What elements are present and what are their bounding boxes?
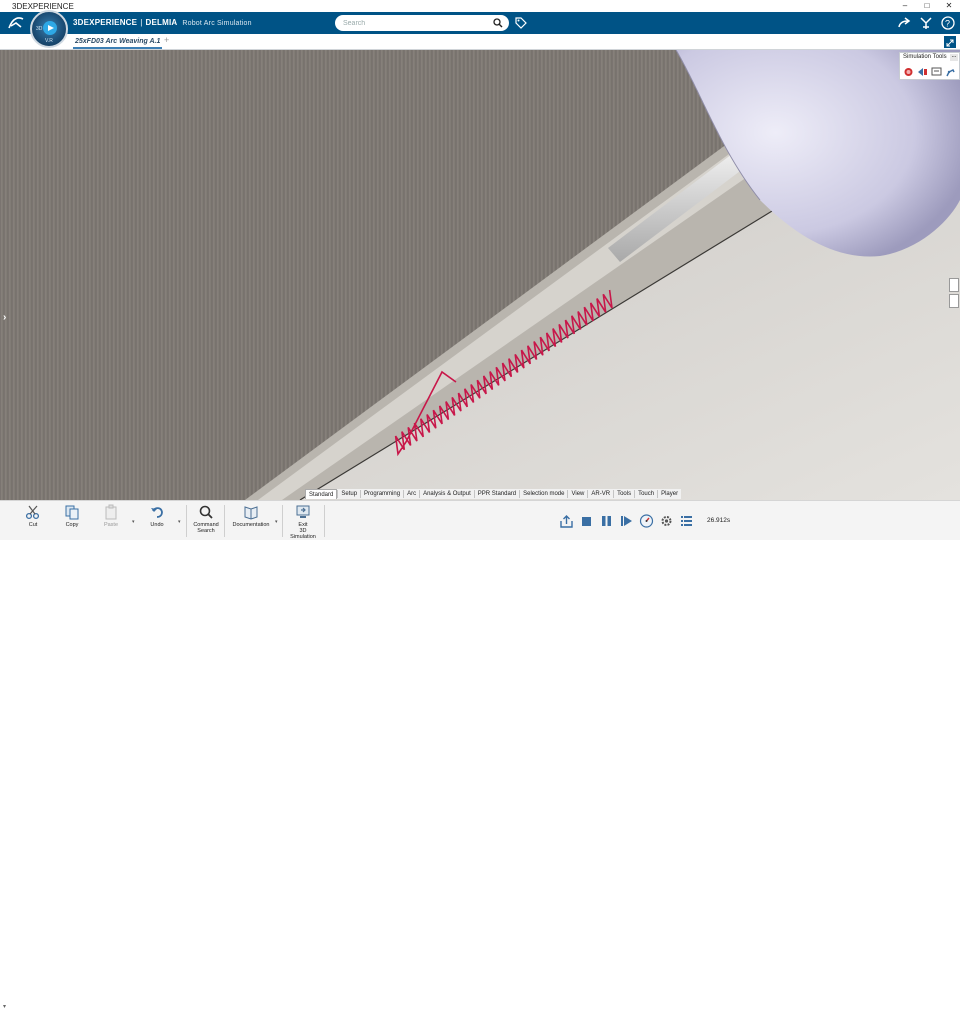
svg-text:?: ? bbox=[945, 19, 950, 29]
add-tab-button[interactable]: + bbox=[164, 35, 169, 45]
tab-arc-weaving[interactable]: 25xFD03 Arc Weaving A.1 bbox=[73, 34, 163, 49]
window-titlebar: 3DEXPERIENCE – □ ✕ bbox=[0, 0, 960, 12]
view-toggle-button[interactable] bbox=[949, 278, 959, 292]
compass-widget[interactable]: 3D V.R bbox=[30, 10, 68, 48]
scissors-icon bbox=[25, 505, 40, 520]
section-tab-analysis-output[interactable]: Analysis & Output bbox=[420, 489, 474, 499]
section-tab-arc[interactable]: Arc bbox=[404, 489, 419, 499]
brand-title: 3DEXPERIENCE | DELMIA Robot Arc Simulation bbox=[73, 18, 252, 27]
cut-label: Cut bbox=[28, 522, 38, 528]
close-button[interactable]: ✕ bbox=[938, 0, 960, 12]
expand-left-arrow-icon[interactable]: › bbox=[3, 312, 11, 324]
tag-icon[interactable] bbox=[514, 16, 528, 30]
undo-label: Undo bbox=[150, 522, 164, 528]
documentation-label: Documentation bbox=[232, 522, 270, 528]
simulation-tools-panel: Simulation Tools ... bbox=[899, 52, 960, 80]
viewport-side-buttons bbox=[949, 278, 959, 310]
section-tab-touch[interactable]: Touch bbox=[635, 489, 657, 499]
undo-dropdown-icon[interactable]: ▾ bbox=[178, 519, 181, 525]
expand-icon[interactable] bbox=[944, 36, 956, 48]
compass-play-icon[interactable] bbox=[43, 21, 57, 35]
simulation-player bbox=[559, 514, 694, 528]
weld-scene bbox=[0, 50, 960, 500]
brand-platform: 3DEXPERIENCE bbox=[73, 18, 138, 27]
3d-viewport[interactable]: › bbox=[0, 50, 960, 500]
undo-icon bbox=[151, 507, 163, 518]
documentation-button[interactable]: Documentation bbox=[229, 504, 273, 528]
simulation-time: 26.912s bbox=[707, 517, 731, 524]
maximize-button[interactable]: □ bbox=[916, 0, 938, 12]
command-search-label-2: Search bbox=[197, 528, 215, 534]
window-controls: – □ ✕ bbox=[894, 0, 960, 12]
help-icon[interactable]: ? bbox=[940, 15, 956, 31]
document-tabbar: 25xFD03 Arc Weaving A.1 + bbox=[0, 34, 960, 50]
simulation-record-icon[interactable] bbox=[903, 67, 914, 77]
settings-icon[interactable] bbox=[659, 514, 674, 528]
action-bar: ▾ Cut Copy Paste ▾ Undo ▾ Command Search… bbox=[0, 500, 960, 1010]
undo-button[interactable]: Undo bbox=[147, 504, 167, 528]
simulation-screen-icon[interactable] bbox=[931, 67, 942, 77]
app-header: 3DEXPERIENCE | DELMIA Robot Arc Simulation … bbox=[0, 12, 960, 34]
window-title: 3DEXPERIENCE bbox=[12, 1, 74, 11]
copy-button[interactable]: Copy bbox=[62, 504, 82, 528]
command-search-icon bbox=[199, 505, 213, 519]
section-tab-selection-mode[interactable]: Selection mode bbox=[520, 489, 567, 499]
simulation-robot-icon[interactable] bbox=[945, 67, 956, 77]
brand-separator: | bbox=[140, 18, 143, 27]
pause-icon[interactable] bbox=[599, 514, 614, 528]
exit-simulation-button[interactable]: Exit 3D Simulation bbox=[286, 504, 320, 540]
header-icons: ? bbox=[896, 15, 956, 31]
play-step-icon[interactable] bbox=[619, 514, 634, 528]
minimize-button[interactable]: – bbox=[894, 0, 916, 12]
speed-icon[interactable] bbox=[639, 514, 654, 528]
exit-label-2: 3D Simulation bbox=[290, 528, 316, 540]
search-input[interactable] bbox=[343, 17, 483, 29]
book-icon bbox=[244, 506, 258, 520]
simulation-tools-title: Simulation Tools bbox=[903, 54, 947, 60]
brand-product: DELMIA bbox=[145, 18, 178, 27]
section-tab-programming[interactable]: Programming bbox=[361, 489, 403, 499]
documentation-dropdown-icon[interactable]: ▾ bbox=[275, 519, 278, 525]
section-tab-player[interactable]: Player bbox=[658, 489, 681, 499]
section-tab-setup[interactable]: Setup bbox=[338, 489, 360, 499]
dassault-logo-icon[interactable] bbox=[7, 15, 25, 31]
app-name: Robot Arc Simulation bbox=[182, 20, 252, 27]
copy-icon bbox=[65, 505, 79, 520]
compass-label-vr: V.R bbox=[45, 38, 53, 44]
paste-label: Paste bbox=[103, 522, 119, 528]
paste-dropdown-icon[interactable]: ▾ bbox=[132, 519, 135, 525]
search-icon[interactable] bbox=[493, 18, 503, 28]
section-tab-tools[interactable]: Tools bbox=[614, 489, 634, 499]
view-toggle-button[interactable] bbox=[949, 294, 959, 308]
cut-button[interactable]: Cut bbox=[24, 504, 42, 528]
exit-simulation-icon bbox=[296, 505, 310, 518]
collaborate-icon[interactable] bbox=[918, 15, 934, 31]
command-search-button[interactable]: Command Search bbox=[192, 504, 220, 534]
section-tabs: Standard Setup Programming Arc Analysis & Ou… bbox=[305, 489, 682, 499]
paste-icon bbox=[105, 504, 117, 520]
export-icon[interactable] bbox=[559, 514, 574, 528]
stop-icon[interactable] bbox=[579, 514, 594, 528]
search-box[interactable] bbox=[335, 15, 509, 31]
more-options-button[interactable]: ... bbox=[950, 53, 958, 61]
section-tab-standard[interactable]: Standard bbox=[305, 489, 338, 499]
section-tab-ar-vr[interactable]: AR-VR bbox=[588, 489, 613, 499]
list-icon[interactable] bbox=[679, 514, 694, 528]
compass-label-3d: 3D bbox=[36, 26, 43, 32]
action-bar-menu-icon[interactable]: ▾ bbox=[3, 1003, 6, 1010]
copy-label: Copy bbox=[65, 522, 79, 528]
paste-button[interactable]: Paste bbox=[101, 504, 121, 528]
share-icon[interactable] bbox=[896, 15, 912, 31]
simulation-step-icon[interactable] bbox=[917, 67, 928, 77]
section-tab-view[interactable]: View bbox=[568, 489, 587, 499]
section-tab-ppr-standard[interactable]: PPR Standard bbox=[475, 489, 519, 499]
